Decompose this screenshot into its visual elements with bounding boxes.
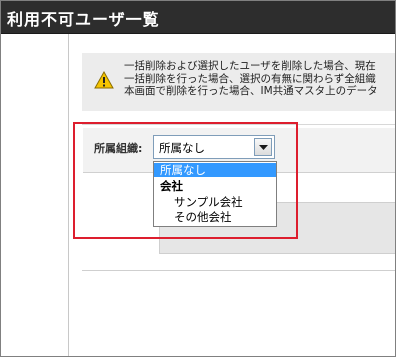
section-divider-bottom [82, 270, 395, 271]
organization-select[interactable]: 所属なし [153, 135, 275, 159]
warning-text: 一括削除および選択したユーザを削除した場合、現在 一括削除を行った場合、選択の有… [124, 60, 378, 98]
warning-line: 一括削除および選択したユーザを削除した場合、現在 [124, 60, 376, 72]
page-title: 利用不可ユーザ一覧 [7, 10, 160, 29]
title-bar: 利用不可ユーザ一覧 [1, 1, 395, 34]
chevron-down-icon [259, 145, 268, 150]
organization-filter-label: 所属組織: [94, 142, 143, 155]
sidebar-divider [68, 34, 69, 356]
organization-dropdown-list: 所属なし 会社 サンプル会社 その他会社 [153, 161, 277, 227]
warning-triangle-icon [94, 70, 114, 89]
dropdown-option-other-company[interactable]: その他会社 [154, 210, 276, 224]
warning-line: 一括削除を行った場合、選択の有無に関わらず全組織 [124, 72, 376, 85]
warning-message-box: 一括削除および選択したユーザを削除した場合、現在 一括削除を行った場合、選択の有… [82, 53, 395, 111]
organization-select-value: 所属なし [159, 141, 205, 155]
app-window: 利用不可ユーザ一覧 一括削除および選択したユーザを削除した場合、現在 一括削除を… [0, 0, 396, 357]
dropdown-arrow-button[interactable] [254, 138, 272, 156]
dropdown-group-company: 会社 [160, 179, 183, 193]
section-divider [82, 124, 395, 125]
dropdown-option-none[interactable]: 所属なし [154, 163, 276, 177]
dropdown-option-sample-company[interactable]: サンプル会社 [154, 195, 276, 209]
warning-line: 本画面で削除を行った場合、IM共通マスタ上のデータ [124, 85, 378, 97]
